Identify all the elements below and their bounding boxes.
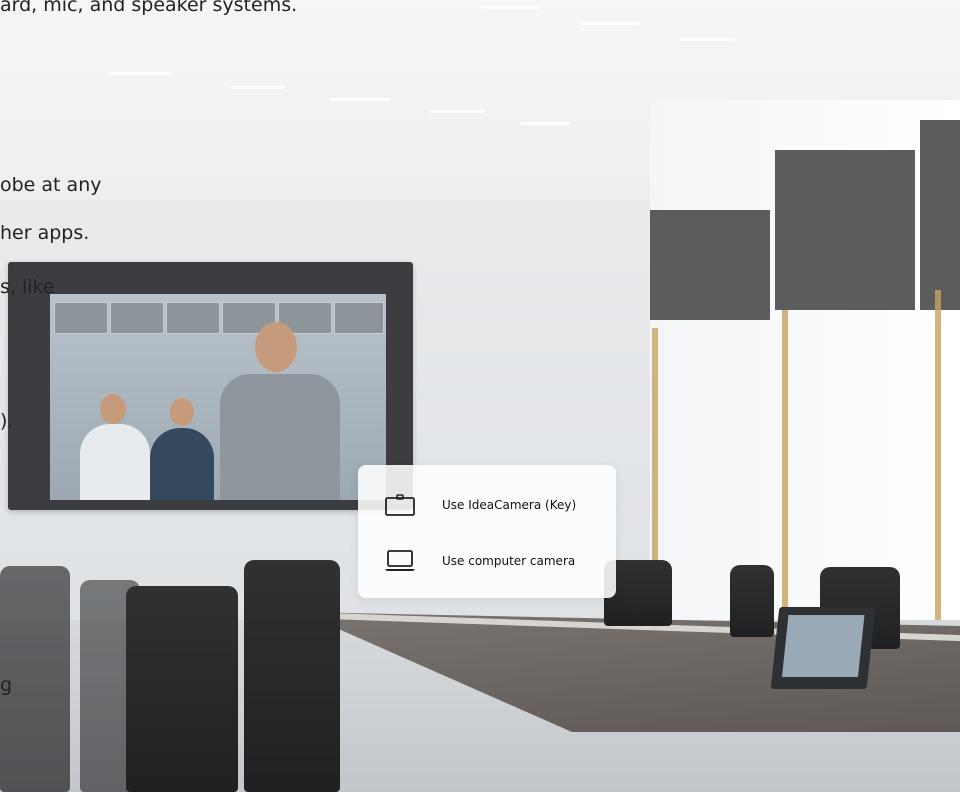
laptop <box>770 607 876 689</box>
window-wall <box>650 100 960 710</box>
ceiling-light <box>520 122 570 125</box>
use-computer-camera-option[interactable]: Use computer camera <box>370 541 604 581</box>
text-fragment: ard, mic, and speaker systems. <box>0 0 298 16</box>
chair <box>244 560 340 792</box>
person-body <box>220 374 340 500</box>
video-thumbnail <box>334 302 384 334</box>
ceiling-light <box>230 86 285 89</box>
person-head <box>255 322 297 372</box>
text-fragment: obe at any <box>0 174 102 196</box>
ceiling-light <box>680 38 735 41</box>
text-fragment: s, like <box>0 276 55 298</box>
use-ideacamera-option[interactable]: Use IdeaCamera (Key) <box>370 485 604 525</box>
text-fragment: ). <box>0 410 14 432</box>
person-head <box>100 394 126 424</box>
ceiling-light <box>110 72 170 75</box>
ceiling-light <box>330 98 390 101</box>
laptop-screen <box>781 615 865 677</box>
video-thumbnail <box>54 302 108 334</box>
window-blind <box>650 210 770 320</box>
window-blind <box>775 150 915 310</box>
video-thumbnail <box>166 302 220 334</box>
ceiling-light <box>430 110 485 113</box>
video-display <box>8 262 413 510</box>
window-blind <box>920 120 960 310</box>
ceiling-light <box>580 22 640 25</box>
text-fragment: her apps. <box>0 222 90 244</box>
background-scene <box>0 0 960 792</box>
menu-item-label: Use IdeaCamera (Key) <box>442 498 577 512</box>
display-video-feed <box>50 294 386 500</box>
chair <box>126 586 238 792</box>
menu-item-label: Use computer camera <box>442 554 576 568</box>
ceiling-light <box>480 6 540 9</box>
person-body <box>80 424 150 500</box>
person-body <box>150 428 214 500</box>
video-thumbnail <box>110 302 164 334</box>
text-fragment: g <box>0 674 13 696</box>
laptop-icon <box>384 549 416 573</box>
camera-icon <box>384 493 416 517</box>
chair <box>730 565 774 637</box>
camera-select-menu: Use IdeaCamera (Key) Use computer camera <box>358 465 616 598</box>
person-head <box>170 398 194 426</box>
